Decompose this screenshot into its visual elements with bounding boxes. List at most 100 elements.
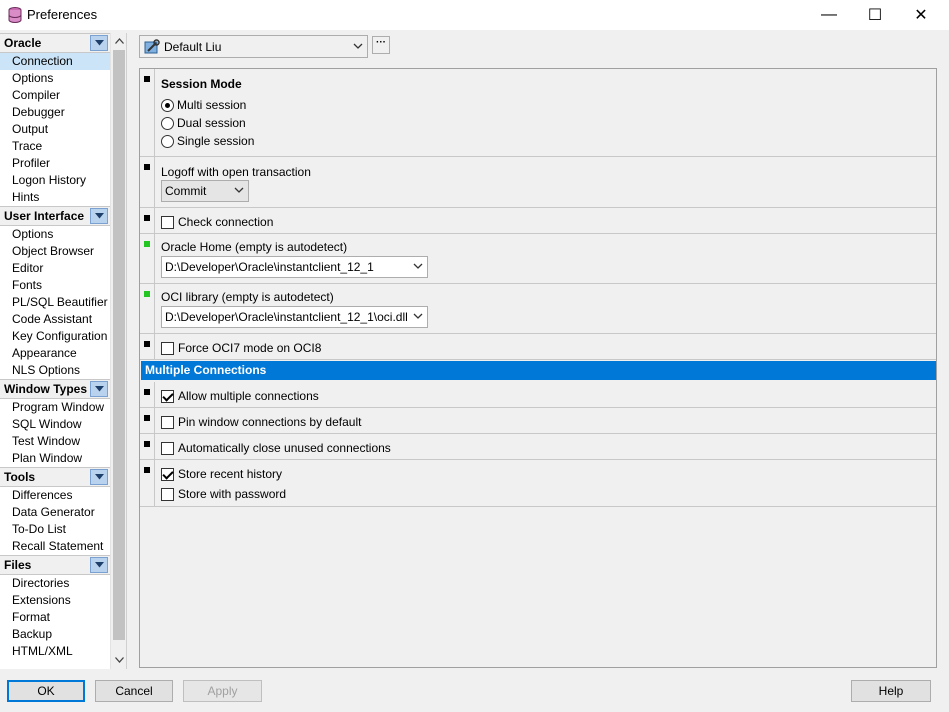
nav-item[interactable]: Profiler (0, 155, 110, 172)
radio-button[interactable] (161, 98, 174, 112)
checkbox-checked[interactable] (161, 467, 174, 481)
auto-close-section: Automatically close unused connections (140, 434, 936, 460)
checkbox[interactable] (161, 487, 174, 501)
nav-item[interactable]: Object Browser (0, 243, 110, 260)
nav-group-title: Window Types (4, 382, 88, 396)
maximize-icon: ☐ (867, 7, 883, 24)
store-history-checkbox[interactable]: Store recent history (161, 466, 282, 482)
scroll-thumb[interactable] (113, 50, 125, 640)
nav-group-title: Files (4, 558, 32, 572)
logoff-section: Logoff with open transaction Commit (140, 157, 936, 208)
radio-dual-session[interactable]: Dual session (161, 115, 246, 131)
connection-panel: Session Mode Multi session Dual session … (139, 68, 937, 668)
nav-item[interactable]: SQL Window (0, 416, 110, 433)
nav-item[interactable]: Extensions (0, 592, 110, 609)
check-connection-checkbox[interactable]: Check connection (161, 214, 273, 230)
radio-single-session[interactable]: Single session (161, 133, 254, 149)
ok-button[interactable]: OK (7, 680, 85, 702)
logoff-label: Logoff with open transaction (161, 165, 311, 179)
nav-item[interactable]: Differences (0, 487, 110, 504)
chevron-down-icon[interactable] (90, 469, 108, 485)
profile-select[interactable]: Default Liu (139, 35, 368, 58)
pin-window-checkbox[interactable]: Pin window connections by default (161, 414, 361, 430)
radio-multi-session[interactable]: Multi session (161, 97, 246, 113)
nav-item[interactable]: Logon History (0, 172, 110, 189)
radio-button[interactable] (161, 134, 174, 148)
nav-item[interactable]: Plan Window (0, 450, 110, 467)
nav-item[interactable]: Code Assistant (0, 311, 110, 328)
close-button[interactable]: ✕ (898, 0, 944, 30)
checkbox[interactable] (161, 215, 174, 229)
nav-item[interactable]: Key Configuration (0, 328, 110, 345)
apply-button[interactable]: Apply (183, 680, 262, 702)
allow-multiple-checkbox[interactable]: Allow multiple connections (161, 388, 319, 404)
session-mode-title: Session Mode (161, 77, 242, 91)
scroll-up-icon[interactable] (111, 33, 126, 49)
section-marker (144, 76, 150, 82)
nav-group-header[interactable]: Oracle (0, 33, 110, 53)
cancel-button[interactable]: Cancel (95, 680, 173, 702)
nav-item[interactable]: To-Do List (0, 521, 110, 538)
nav-item[interactable]: Compiler (0, 87, 110, 104)
nav-item[interactable]: PL/SQL Beautifier (0, 294, 110, 311)
oracle-home-select[interactable]: D:\Developer\Oracle\instantclient_12_1 (161, 256, 428, 278)
nav-item[interactable]: NLS Options (0, 362, 110, 379)
minimize-button[interactable]: — (806, 0, 852, 30)
store-history-section: Store recent history Store with password (140, 460, 936, 507)
chevron-down-icon[interactable] (90, 208, 108, 224)
nav-item[interactable]: Program Window (0, 399, 110, 416)
oci-library-section: OCI library (empty is autodetect) D:\Dev… (140, 284, 936, 334)
oci-library-select[interactable]: D:\Developer\Oracle\instantclient_12_1\o… (161, 306, 428, 328)
maximize-button[interactable]: ☐ (852, 0, 898, 30)
oracle-home-section: Oracle Home (empty is autodetect) D:\Dev… (140, 234, 936, 284)
nav-item[interactable]: Appearance (0, 345, 110, 362)
help-button[interactable]: Help (851, 680, 931, 702)
nav-scrollbar[interactable] (110, 33, 126, 669)
nav-item[interactable]: Hints (0, 189, 110, 206)
nav-item[interactable]: Recall Statement (0, 538, 110, 555)
nav-item[interactable]: Trace (0, 138, 110, 155)
chevron-down-icon[interactable] (90, 381, 108, 397)
nav-item[interactable]: Debugger (0, 104, 110, 121)
nav-group-title: Tools (4, 470, 36, 484)
auto-close-checkbox[interactable]: Automatically close unused connections (161, 440, 391, 456)
nav-item[interactable]: Test Window (0, 433, 110, 450)
force-oci7-section: Force OCI7 mode on OCI8 (140, 334, 936, 360)
logoff-select[interactable]: Commit (161, 180, 249, 202)
nav-item[interactable]: Data Generator (0, 504, 110, 521)
chevron-down-icon[interactable] (90, 35, 108, 51)
nav-item[interactable]: Connection (0, 53, 110, 70)
database-icon (8, 7, 22, 23)
oracle-home-label: Oracle Home (empty is autodetect) (161, 240, 348, 254)
close-icon: ✕ (914, 7, 928, 24)
checkbox-checked[interactable] (161, 389, 174, 403)
nav-group-header[interactable]: Files (0, 555, 110, 575)
nav-item[interactable]: Options (0, 70, 110, 87)
profile-more-button[interactable]: ··· (372, 36, 390, 54)
oci-library-value: D:\Developer\Oracle\instantclient_12_1\o… (165, 310, 408, 324)
checkbox[interactable] (161, 341, 174, 355)
section-marker-green (144, 241, 150, 247)
nav-group-header[interactable]: User Interface (0, 206, 110, 226)
nav-item[interactable]: Fonts (0, 277, 110, 294)
nav-item[interactable]: Editor (0, 260, 110, 277)
nav-item[interactable]: Format (0, 609, 110, 626)
nav-item[interactable]: Output (0, 121, 110, 138)
nav-item[interactable]: Options (0, 226, 110, 243)
scroll-down-icon[interactable] (111, 652, 126, 668)
oracle-home-value: D:\Developer\Oracle\instantclient_12_1 (165, 260, 374, 274)
nav-group-header[interactable]: Tools (0, 467, 110, 487)
nav-item[interactable]: Backup (0, 626, 110, 643)
checkbox[interactable] (161, 441, 174, 455)
chevron-down-icon[interactable] (90, 557, 108, 573)
allow-multiple-section: Allow multiple connections (140, 382, 936, 408)
checkbox[interactable] (161, 415, 174, 429)
radio-button[interactable] (161, 116, 174, 130)
nav-group-header[interactable]: Window Types (0, 379, 110, 399)
chevron-down-icon (413, 263, 423, 269)
force-oci7-checkbox[interactable]: Force OCI7 mode on OCI8 (161, 340, 321, 356)
store-password-checkbox[interactable]: Store with password (161, 486, 286, 502)
logoff-value: Commit (165, 184, 207, 198)
nav-item[interactable]: Directories (0, 575, 110, 592)
nav-item[interactable]: HTML/XML (0, 643, 110, 660)
